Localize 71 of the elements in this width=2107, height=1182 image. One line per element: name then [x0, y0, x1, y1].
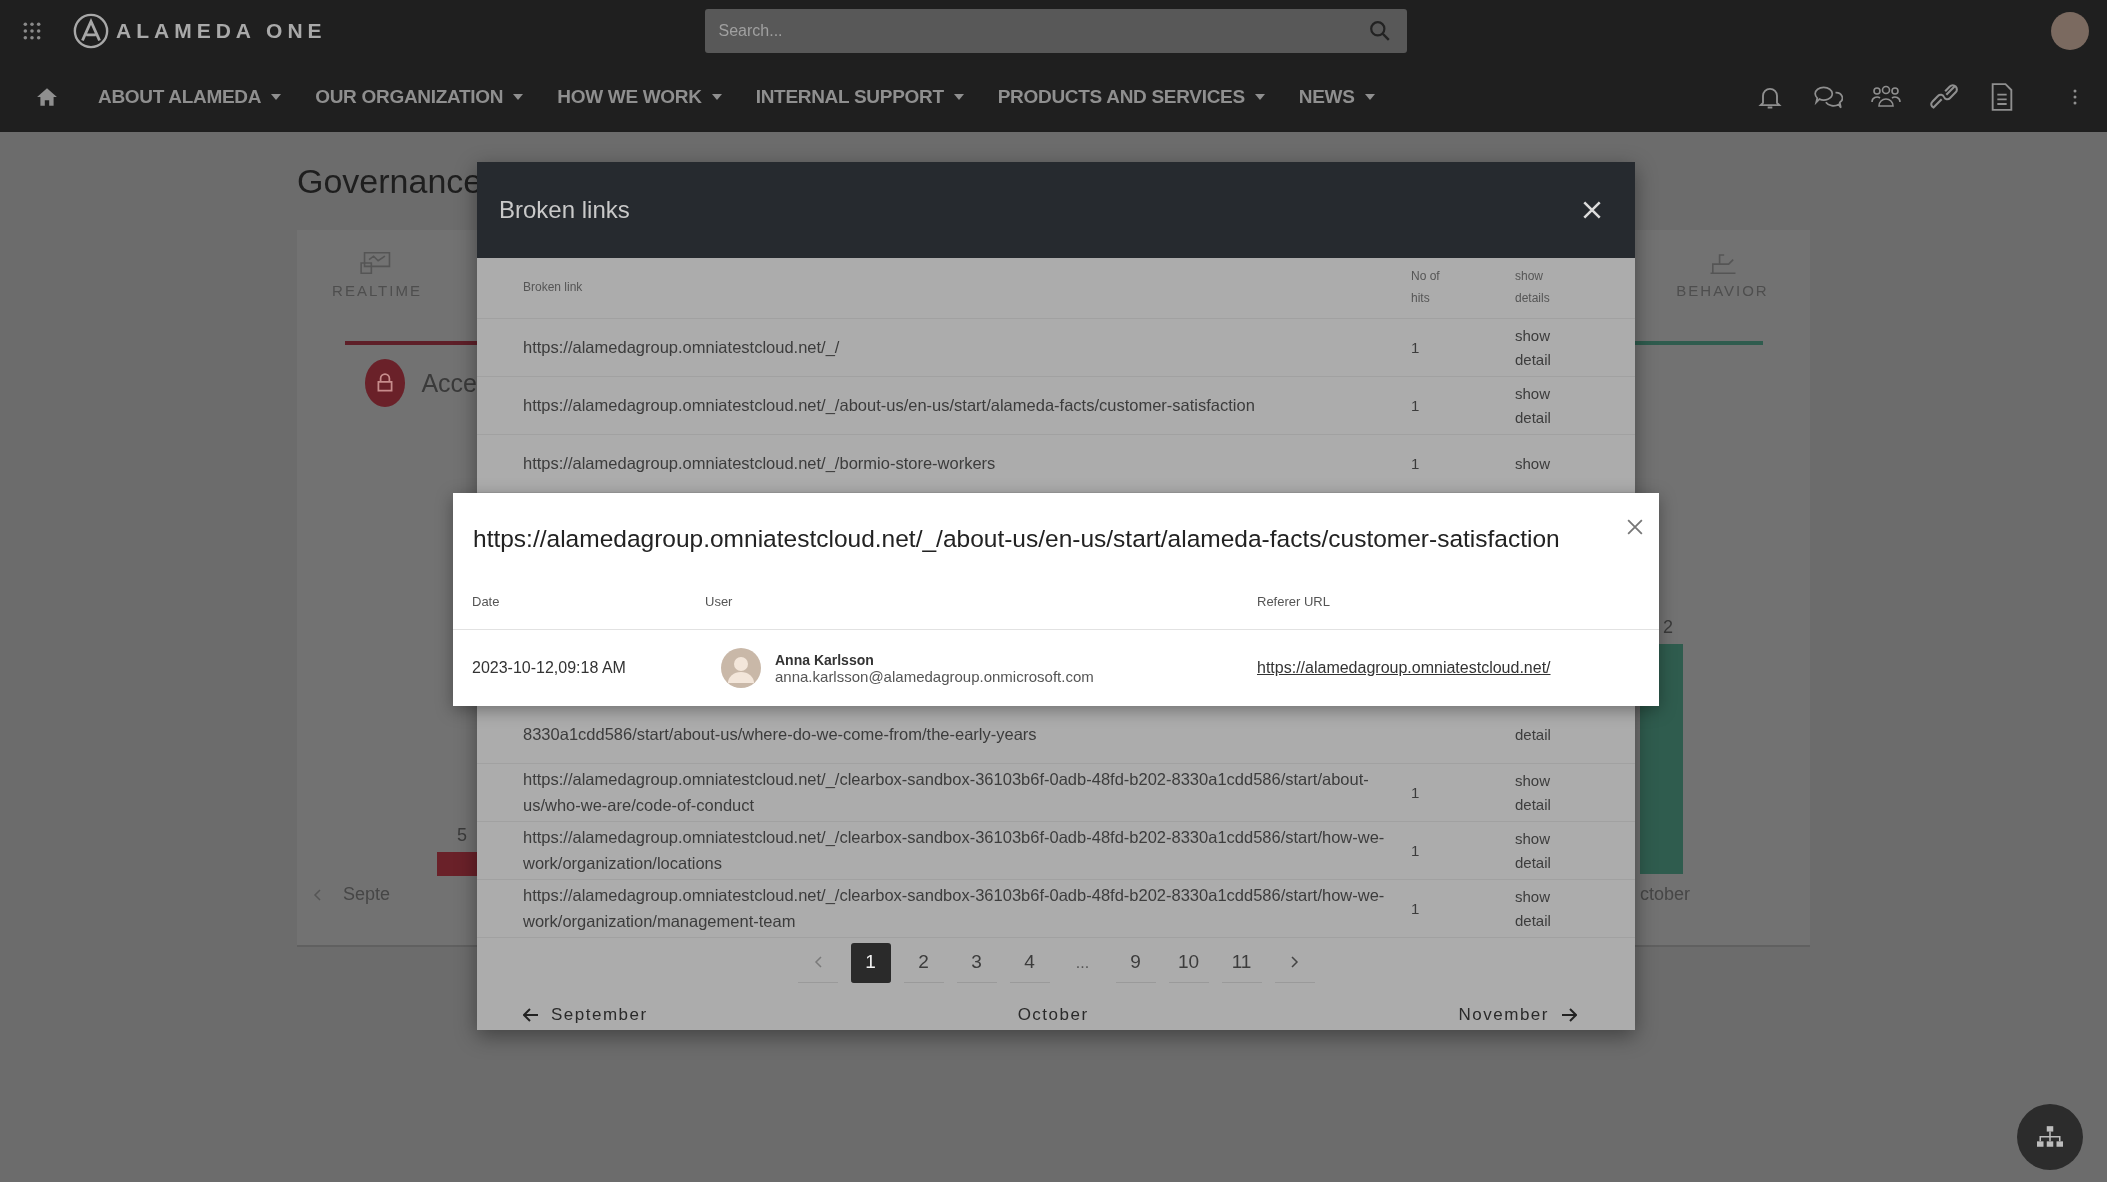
hits-cell-text: 1 — [1411, 397, 1421, 414]
caret-icon — [1254, 94, 1265, 100]
caret-icon — [1364, 94, 1375, 100]
column-header: Referer URL — [1257, 593, 1331, 609]
hits-cell-text: 1 — [1411, 842, 1421, 859]
page-button[interactable]: 11 — [1221, 942, 1262, 983]
link-icon[interactable] — [1929, 83, 1959, 111]
app-grid-icon[interactable] — [22, 21, 42, 41]
arrow-right-icon — [1561, 1008, 1577, 1022]
user-email: anna.karlsson@alamedagroup.onmicrosoft.com — [775, 667, 1094, 685]
date-cell-text: 2023-10-12,09:18 AM — [472, 659, 627, 677]
referer-link[interactable]: https://alamedagroup.omniatestcloud.net/ — [1257, 659, 1659, 677]
user-avatar-icon — [721, 648, 761, 688]
column-header: Broken link — [523, 279, 584, 297]
caret-icon — [513, 94, 524, 100]
chevron-right-icon — [1290, 956, 1299, 968]
broken-link-cell-text: https://alamedagroup.omniatestcloud.net/_/ — [523, 336, 841, 358]
nav-menu-item[interactable]: NEWS — [1298, 86, 1375, 108]
card-title: Acce — [421, 368, 477, 398]
broken-link-cell-text: https://alamedagroup.omniatestcloud.net/_/bormio-store-workers — [523, 452, 997, 474]
next-month-button[interactable]: November — [1458, 1005, 1577, 1025]
logo-icon — [72, 12, 110, 50]
page-title: Governance — [297, 162, 483, 202]
show-detail-link[interactable]: show — [1515, 451, 1561, 476]
search-field[interactable]: Search... — [704, 9, 1407, 53]
nav-menu-item[interactable]: HOW WE WORK — [557, 86, 722, 108]
dialog-title: Broken links — [499, 196, 630, 224]
page-button[interactable]: 1 — [850, 942, 891, 983]
broken-link-cell-text: 8330a1cdd586/start/about-us/where-do-we-come-from/the-early-years — [523, 723, 1038, 745]
hits-cell-text: 1 — [1411, 784, 1421, 801]
page-button[interactable]: 2 — [903, 942, 944, 983]
hits-cell-text: 1 — [1411, 900, 1421, 917]
page-button[interactable]: 9 — [1115, 942, 1156, 983]
sitemap-icon — [2037, 1126, 2063, 1148]
show-detail-link[interactable]: show detail — [1515, 381, 1561, 430]
column-header: User — [705, 593, 734, 609]
show-detail-link[interactable]: detail — [1515, 722, 1561, 747]
column-header: Date — [472, 593, 501, 609]
broken-link-cell-text: https://alamedagroup.omniatestcloud.net/_/clearbox-sandbox-36103b6f-0adb-48fd-b202-8330a1cdd586/start/how-we-work/organization/management-team — [523, 884, 1386, 932]
popup-title: https://alamedagroup.omniatestcloud.net/_/about-us/en-us/start/alameda-facts/customer-satisfaction — [473, 525, 1560, 553]
user-avatar[interactable] — [2051, 12, 2089, 50]
chart-bar — [437, 852, 477, 876]
nav-menu-item[interactable]: OUR ORGANIZATION — [315, 86, 524, 108]
page-button[interactable]: 10 — [1168, 942, 1209, 983]
show-detail-link[interactable]: show detail — [1515, 884, 1561, 933]
chevron-left-icon — [813, 956, 822, 968]
nav-menu-item[interactable]: PRODUCTS AND SERVICES — [997, 86, 1265, 108]
page-button[interactable]: 4 — [1009, 942, 1050, 983]
current-month: October — [1017, 1005, 1089, 1025]
column-header: No of hits — [1411, 268, 1441, 307]
broken-link-cell-text: https://alamedagroup.omniatestcloud.net/_/about-us/en-us/start/alameda-facts/customer-satisfaction — [523, 394, 1256, 416]
user-name: Anna Karlsson — [775, 651, 875, 668]
lock-badge-icon — [365, 359, 406, 407]
more-icon[interactable] — [2073, 89, 2077, 105]
show-detail-link[interactable]: show detail — [1515, 768, 1561, 817]
previous-month-button[interactable]: September — [523, 1005, 648, 1025]
hits-cell-text: 1 — [1411, 455, 1421, 472]
show-detail-link[interactable]: show detail — [1515, 826, 1561, 875]
home-icon[interactable] — [36, 86, 58, 108]
arrow-left-icon — [523, 1008, 539, 1022]
caret-icon — [271, 94, 282, 100]
show-detail-link[interactable]: show detail — [1515, 323, 1561, 372]
nav-menu-item[interactable]: ABOUT ALAMEDA — [98, 86, 282, 108]
column-header: show details — [1515, 268, 1551, 307]
nav-menu-item[interactable]: INTERNAL SUPPORT — [755, 86, 964, 108]
pagination-ellipsis: ... — [1074, 953, 1091, 972]
caret-icon — [953, 94, 964, 100]
caret-icon — [711, 94, 722, 100]
hits-cell-text: 1 — [1411, 339, 1421, 356]
page-button[interactable]: 3 — [956, 942, 997, 983]
logo-text: ALAMEDA ONE — [116, 19, 327, 43]
